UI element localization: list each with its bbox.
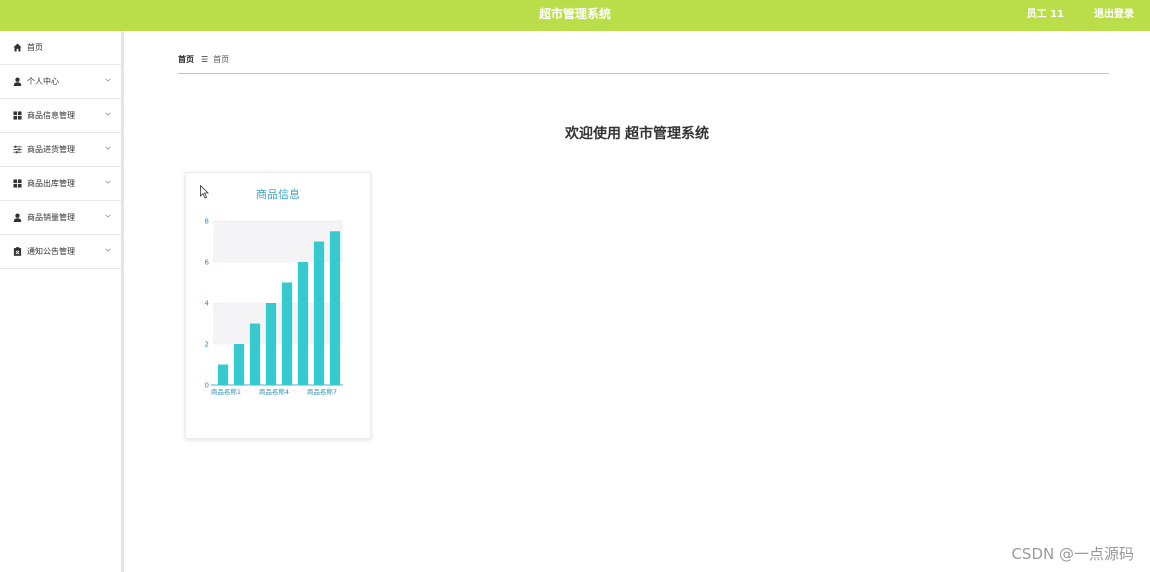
chevron-down-icon (105, 112, 111, 116)
home-icon (12, 43, 22, 53)
chart-bar (313, 241, 325, 385)
breadcrumb-separator-icon: ☰ (201, 55, 209, 64)
sidebar-item-label: 商品信息管理 (27, 111, 75, 120)
breadcrumb: 首页 ☰ 首页 (178, 54, 229, 65)
product-info-bar-chart: 0 2 4 6 8 商品名称1 商品名称4 商品名称7 (205, 218, 343, 396)
chevron-down-icon (105, 214, 111, 218)
current-user-label: 员工 11 (1026, 9, 1064, 20)
sidebar-item-label: 个人中心 (27, 77, 59, 86)
sliders-icon (12, 145, 22, 155)
logout-button[interactable]: 退出登录 (1094, 0, 1134, 29)
product-info-card: 商品信息 0 2 4 6 8 商品名称1 商品名称4 商品名称7 (185, 172, 371, 439)
sidebar-item-product-info[interactable]: 商品信息管理 (0, 99, 121, 133)
watermark-text: CSDN @一点源码 (1011, 545, 1134, 563)
breadcrumb-home-link[interactable]: 首页 (178, 54, 194, 65)
x-tick-label: 商品名称7 (307, 387, 337, 396)
x-tick-label: 商品名称4 (259, 387, 289, 396)
chart-bar (217, 364, 229, 385)
sidebar-item-outbound[interactable]: 商品出库管理 (0, 167, 121, 201)
chart-bar (265, 303, 277, 385)
sidebar-item-label: 商品进货管理 (27, 145, 75, 154)
sidebar-menu: 首页 个人中心 商品信息管理 商品进货管理 商品出库管理 商品销量管理 通知公告… (0, 31, 124, 572)
y-tick-label: 6 (205, 259, 210, 267)
user-icon (12, 77, 22, 87)
clipboard-icon (12, 247, 22, 257)
chevron-down-icon (105, 248, 111, 252)
grid-icon (12, 111, 22, 121)
sidebar-item-label: 通知公告管理 (27, 247, 75, 256)
y-tick-label: 2 (205, 341, 209, 349)
chart-bar (249, 323, 261, 385)
sidebar-item-personal-center[interactable]: 个人中心 (0, 65, 121, 99)
user-icon (12, 213, 22, 223)
sidebar-item-label: 首页 (27, 43, 43, 52)
mouse-cursor-icon (200, 185, 209, 199)
chart-bar (329, 231, 341, 385)
top-header-bar: 超市管理系统 员工 11 退出登录 (0, 0, 1150, 31)
y-tick-label: 8 (205, 218, 209, 226)
breadcrumb-current: 首页 (213, 55, 230, 64)
main-content: 首页 ☰ 首页 欢迎使用 超市管理系统 商品信息 0 2 4 6 8 商品名称1 商品名称4 商… (124, 31, 1150, 572)
chevron-down-icon (105, 78, 111, 82)
app-title: 超市管理系统 (538, 7, 611, 21)
sidebar-item-home[interactable]: 首页 (0, 31, 121, 65)
y-tick-label: 0 (205, 382, 209, 390)
sidebar-item-label: 商品销量管理 (27, 213, 75, 222)
breadcrumb-divider (178, 73, 1109, 74)
welcome-heading: 欢迎使用 超市管理系统 (124, 123, 1150, 143)
sidebar-item-purchase[interactable]: 商品进货管理 (0, 133, 121, 167)
sidebar-item-notice[interactable]: 通知公告管理 (0, 235, 121, 269)
grid-icon (12, 179, 22, 189)
x-tick-label: 商品名称1 (211, 387, 241, 396)
chart-bar (297, 262, 309, 385)
welcome-prefix: 欢迎使用 (565, 126, 621, 142)
chart-bar (281, 282, 293, 385)
y-tick-label: 4 (205, 300, 210, 308)
sidebar-item-sales[interactable]: 商品销量管理 (0, 201, 121, 235)
chart-bar (233, 344, 245, 385)
chevron-down-icon (105, 146, 111, 150)
welcome-system-name: 超市管理系统 (625, 126, 709, 142)
sidebar-item-label: 商品出库管理 (27, 179, 75, 188)
chevron-down-icon (105, 180, 111, 184)
